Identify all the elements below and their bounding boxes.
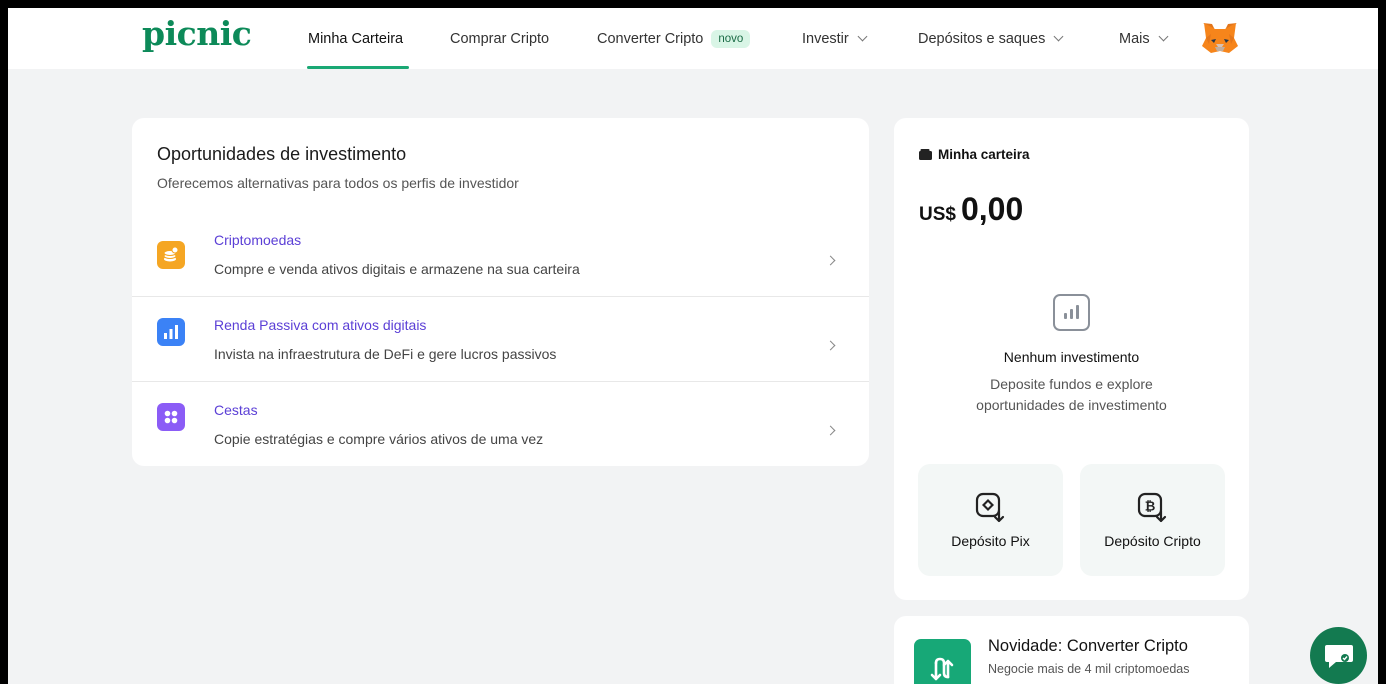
support-chat-button[interactable] [1310, 627, 1367, 684]
wallet-card: Minha carteira US$ 0,00 Nenhum investime… [894, 118, 1249, 600]
nav-label: Minha Carteira [308, 30, 404, 47]
active-tab-indicator [307, 66, 409, 69]
chevron-right-icon [825, 255, 836, 266]
row-title: Renda Passiva com ativos digitais [214, 317, 427, 333]
empty-state-subtitle: Deposite fundos e explore oportunidades … [976, 376, 1167, 413]
card-title: Oportunidades de investimento [157, 144, 407, 164]
wallet-balance: US$ 0,00 [919, 191, 1023, 228]
metamask-fox-avatar[interactable] [1201, 20, 1239, 56]
coins-icon [157, 241, 185, 269]
picnic-logo[interactable]: picnic [142, 14, 252, 53]
chevron-down-icon [1053, 31, 1064, 41]
balance-value: 0,00 [960, 191, 1024, 227]
pix-deposit-icon [975, 492, 1005, 523]
crypto-deposit-button[interactable]: ₿ Depósito Cripto [1080, 464, 1225, 576]
bitcoin-deposit-icon: ₿ [1137, 492, 1167, 523]
row-title: Criptomoedas [214, 232, 302, 248]
opportunity-row-renda-passiva[interactable]: Renda Passiva com ativos digitais Invist… [132, 296, 869, 381]
nav-label: Investir [802, 30, 849, 47]
pix-deposit-button[interactable]: Depósito Pix [918, 464, 1063, 576]
chat-icon [1324, 644, 1353, 668]
nav-label: Comprar Cripto [450, 30, 550, 47]
news-title: Novidade: Converter Cripto [988, 637, 1188, 655]
nav-minha-carteira[interactable]: Minha Carteira [308, 8, 403, 69]
card-subtitle: Oferecemos alternativas para todos os pe… [157, 175, 519, 191]
chevron-down-icon [857, 31, 868, 41]
svg-text:₿: ₿ [1145, 500, 1156, 515]
new-badge: novo [711, 29, 751, 48]
empty-state-title: Nenhum investimento [1003, 349, 1140, 365]
bar-chart-icon [157, 318, 185, 346]
top-navbar: picnic Minha Carteira Comprar Cripto Con… [8, 8, 1378, 69]
chevron-down-icon [1158, 31, 1169, 41]
nav-label: Mais [1119, 30, 1150, 47]
nav-mais-dropdown[interactable]: Mais [1119, 8, 1169, 69]
app-frame: picnic Minha Carteira Comprar Cripto Con… [8, 8, 1378, 684]
row-description: Compre e venda ativos digitais e armazen… [214, 261, 580, 277]
deposit-label: Depósito Pix [951, 533, 1030, 549]
nav-label: Converter Cripto [597, 30, 704, 47]
news-subtitle: Negocie mais de 4 mil criptomoedas [988, 662, 1190, 676]
wallet-label: Minha carteira [919, 147, 1030, 162]
news-convert-crypto-card[interactable]: Novidade: Converter Cripto Negocie mais … [894, 616, 1249, 684]
chevron-right-icon [825, 425, 836, 436]
nav-converter-cripto[interactable]: Converter Cripto novo [597, 8, 751, 69]
opportunity-row-cestas[interactable]: Cestas Copie estratégias e compre vários… [132, 381, 869, 466]
wallet-icon [919, 149, 932, 160]
row-title: Cestas [214, 402, 258, 418]
convert-arrows-icon [914, 639, 971, 684]
nav-comprar-cripto[interactable]: Comprar Cripto [450, 8, 549, 69]
investment-opportunities-card: Oportunidades de investimento Oferecemos… [132, 118, 869, 466]
row-description: Invista na infraestrutura de DeFi e gere… [214, 346, 557, 362]
balance-currency: US$ [919, 204, 956, 225]
chevron-right-icon [825, 340, 836, 351]
deposit-label: Depósito Cripto [1104, 533, 1201, 549]
nav-investir-dropdown[interactable]: Investir [802, 8, 868, 69]
opportunity-row-criptomoedas[interactable]: Criptomoedas Compre e venda ativos digit… [132, 212, 869, 297]
nav-depositos-saques-dropdown[interactable]: Depósitos e saques [918, 8, 1064, 69]
grid-dots-icon [157, 403, 185, 431]
nav-label: Depósitos e saques [918, 30, 1046, 47]
row-description: Copie estratégias e compre vários ativos… [214, 431, 544, 447]
empty-chart-icon [1053, 294, 1090, 331]
wallet-label-text: Minha carteira [938, 147, 1030, 162]
